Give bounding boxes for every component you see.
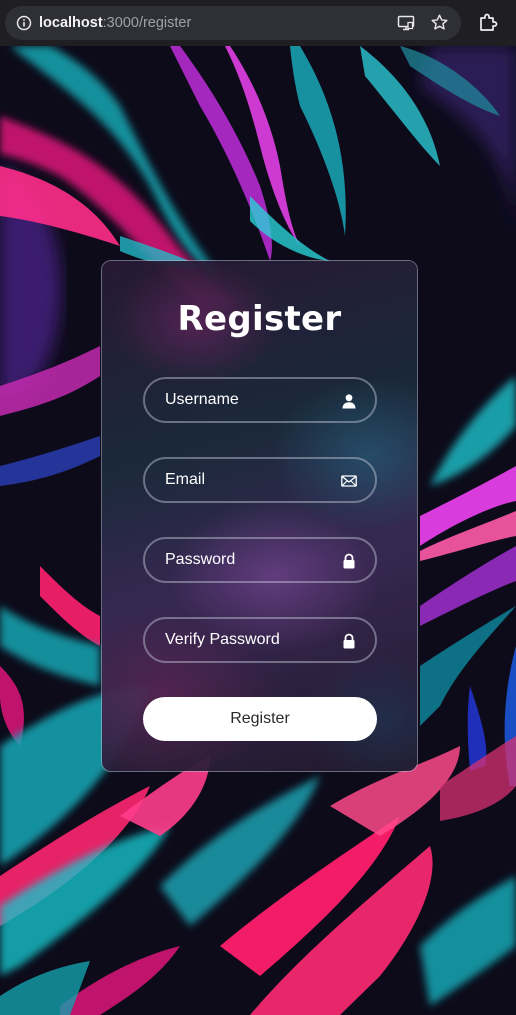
address-bar[interactable]: localhost:3000/register [5,6,461,40]
extensions-icon[interactable] [478,12,498,32]
page-title: Register [177,299,342,339]
cast-icon[interactable] [397,14,415,32]
user-icon [342,394,356,409]
register-button[interactable]: Register [143,697,377,741]
url-path: :3000/register [102,15,192,31]
verify-password-field[interactable] [143,617,377,663]
site-info-icon[interactable] [16,15,32,31]
lock-icon [343,553,355,569]
url-host: localhost [39,15,103,31]
register-card: Register Register [101,260,418,772]
url-text[interactable]: localhost:3000/register [39,15,191,31]
username-field[interactable] [143,377,377,423]
email-field[interactable] [143,457,377,503]
star-icon[interactable] [430,13,449,32]
lock-icon [343,633,355,649]
password-field[interactable] [143,537,377,583]
envelope-icon [341,475,357,487]
browser-toolbar: localhost:3000/register [0,0,516,46]
